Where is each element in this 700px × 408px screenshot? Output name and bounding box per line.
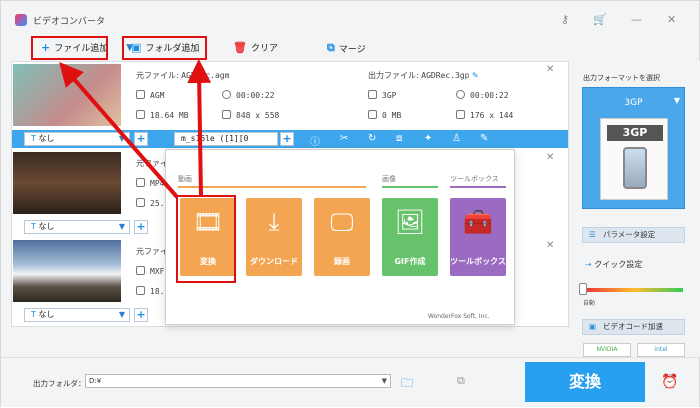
video-thumbnail[interactable] [13, 64, 121, 126]
subtitle-edit-icon[interactable]: ✎ [480, 133, 488, 144]
text-icon: T [31, 134, 36, 143]
text-icon: T [31, 222, 36, 231]
app-logo-icon [15, 14, 27, 26]
format-icon [136, 178, 145, 187]
section-video-line [178, 186, 366, 188]
download-tile[interactable]: ⤓ ダウンロード [246, 198, 302, 276]
clear-button[interactable]: 🗑 クリア [233, 41, 278, 54]
convert-button[interactable]: 変換 [525, 362, 645, 402]
filesize-icon [136, 198, 145, 207]
alarm-icon[interactable]: ⏰ [661, 374, 678, 390]
remove-file-icon[interactable]: ✕ [546, 240, 554, 251]
app-title: ビデオコンバータ [33, 17, 106, 27]
section-tools-line [450, 186, 506, 188]
highlight-add-file [31, 36, 108, 60]
output-panel: 出力フォーマットを選択 3GP ▼ 3GP ☰ パラメータ設定 ⇢ クイック設定 … [571, 61, 700, 357]
file-toolbar: T なし ▼ + m_s16le ([1][0 + ⓘ ✂ ↻ ⧈ ✦ ♙ ✎ [12, 130, 568, 148]
phone-icon [623, 147, 647, 189]
source-filename: AGDRec.agm [181, 71, 230, 80]
subtitle-select[interactable]: T なし ▼ [24, 220, 130, 234]
quick-settings-label: ⇢ クイック設定 [585, 260, 643, 269]
merge-button[interactable]: ⧉ マージ [327, 41, 366, 55]
filesize-icon [136, 286, 145, 295]
out-format-icon [368, 90, 377, 99]
file-row[interactable]: 元ファイル: AGDRec.agm AGM 00:00:22 18.64 MB … [12, 62, 568, 150]
output-path-field[interactable]: D:¥ ▼ [85, 374, 391, 388]
trash-icon: 🗑 [233, 41, 247, 54]
out-resolution-icon [456, 110, 465, 119]
out-filesize-icon [368, 110, 377, 119]
cut-icon[interactable]: ✂ [340, 133, 348, 144]
parameter-settings-button[interactable]: ☰ パラメータ設定 [582, 227, 685, 243]
highlight-add-folder [122, 36, 207, 60]
merge-icon: ⧉ [327, 41, 335, 54]
merge-files-icon[interactable]: ⧉ [457, 374, 465, 388]
nvidia-badge[interactable]: NVIDIA [583, 343, 631, 357]
format-icon [136, 90, 145, 99]
add-subtitle-button[interactable]: + [134, 132, 148, 146]
edit-icon[interactable]: ✎ [472, 71, 479, 80]
chevron-down-icon: ▼ [118, 310, 125, 319]
remove-file-icon[interactable]: ✕ [546, 64, 554, 75]
section-image-label: 画像 [382, 175, 396, 183]
output-format-selector[interactable]: 3GP ▼ 3GP [582, 87, 685, 209]
text-icon: T [31, 310, 36, 319]
quality-slider[interactable] [585, 288, 683, 292]
out-clock-icon [456, 90, 465, 99]
download-icon: ⤓ [268, 208, 280, 236]
minimize-icon[interactable]: — [631, 13, 642, 26]
title-bar: ビデオコンバータ ⚷ 🛒 — ✕ [1, 1, 699, 35]
effect-icon[interactable]: ✦ [424, 133, 432, 144]
resolution-icon [222, 110, 231, 119]
chevron-down-icon: ▼ [118, 134, 125, 143]
gif-tile[interactable]: 🖼 GIF作成 [382, 198, 438, 276]
chevron-down-icon: ▼ [118, 222, 125, 231]
filesize-icon [136, 110, 145, 119]
bottom-bar: 出力フォルダ： D:¥ ▼ 🗀 ⧉ 変換 ⏰ [1, 357, 699, 407]
section-video-label: 動画 [178, 175, 192, 183]
watermark-icon[interactable]: ♙ [452, 133, 461, 144]
gpu-accel-button[interactable]: ▣ ビデオコード加速 [582, 319, 685, 335]
intel-badge[interactable]: intel [637, 343, 685, 357]
output-format-title: 出力フォーマットを選択 [583, 74, 660, 82]
chevron-down-icon: ▼ [381, 377, 387, 385]
close-window-icon[interactable]: ✕ [667, 13, 676, 26]
open-folder-icon[interactable]: 🗀 [401, 374, 413, 395]
audio-select[interactable]: m_s16le ([1][0 [174, 132, 278, 146]
output-folder-label: 出力フォルダ： [33, 379, 86, 388]
toolbox-tile[interactable]: 🧰 ツールボックス [450, 198, 506, 276]
chevron-down-icon: ▼ [673, 96, 680, 105]
brand-label: WonderFox Soft, Inc. [428, 313, 490, 320]
sliders-icon: ☰ [589, 230, 596, 239]
add-subtitle-button[interactable]: + [134, 308, 148, 322]
subtitle-select[interactable]: T なし ▼ [24, 132, 130, 146]
subtitle-select[interactable]: T なし ▼ [24, 308, 130, 322]
format-card: 3GP [600, 118, 668, 200]
video-thumbnail[interactable] [13, 152, 121, 214]
remove-file-icon[interactable]: ✕ [546, 152, 554, 163]
section-tools-label: ツールボックス [450, 175, 499, 183]
add-audio-button[interactable]: + [280, 132, 294, 146]
clock-icon [222, 90, 231, 99]
add-subtitle-button[interactable]: + [134, 220, 148, 234]
section-image-line [382, 186, 438, 188]
crop-icon[interactable]: ⧈ [396, 133, 402, 144]
rotate-icon[interactable]: ↻ [368, 133, 376, 144]
cart-icon[interactable]: 🛒 [593, 13, 607, 26]
key-icon[interactable]: ⚷ [561, 13, 569, 26]
image-icon: 🖼 [394, 208, 426, 236]
info-icon[interactable]: ⓘ [310, 133, 320, 148]
auto-label: 自動 [583, 300, 596, 307]
video-thumbnail[interactable] [13, 240, 121, 302]
feature-popup: 動画 画像 ツールボックス 🎞 変換 ⤓ ダウンロード 🖵 録画 🖼 GIF作成 🧰 ツー… [165, 149, 515, 325]
toolbox-icon: 🧰 [463, 208, 493, 236]
app-window: ビデオコンバータ ⚷ 🛒 — ✕ + ファイル追加 ▼ ▣ フォルダ追加 🗑 クリア ⧉… [0, 0, 700, 407]
quick-icon: ⇢ [585, 260, 592, 269]
chip-icon: ▣ [589, 322, 597, 331]
format-icon [136, 266, 145, 275]
record-tile[interactable]: 🖵 録画 [314, 198, 370, 276]
slider-handle[interactable] [579, 283, 587, 295]
highlight-convert-tile [176, 195, 236, 283]
screen-record-icon: 🖵 [330, 208, 354, 236]
